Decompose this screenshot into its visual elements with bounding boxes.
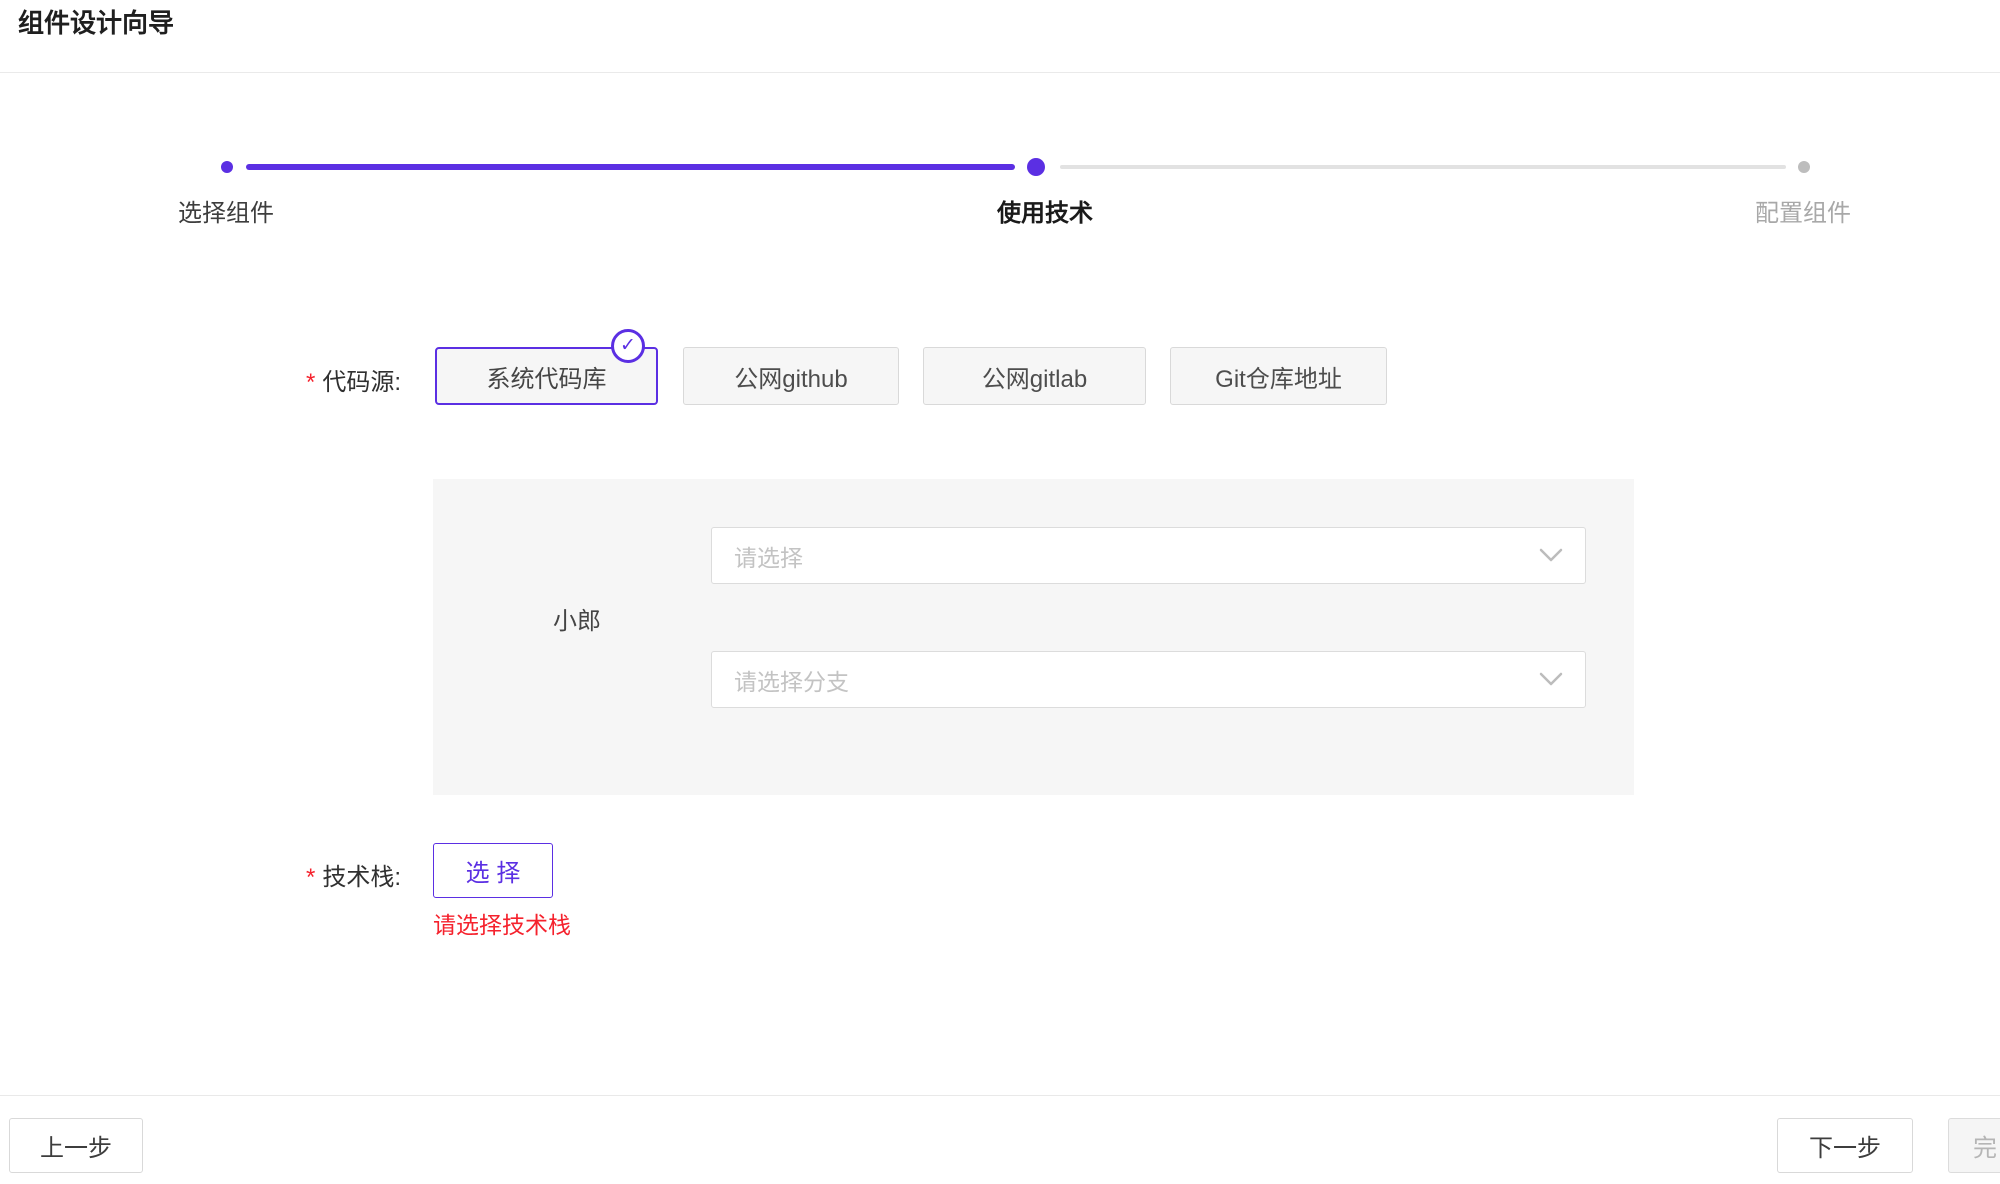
step-label-select-component: 选择组件 [178, 193, 274, 228]
branch-select-placeholder: 请选择分支 [734, 663, 849, 697]
tech-stack-label: * 技术栈: [306, 857, 401, 892]
next-step-button[interactable]: 下一步 [1777, 1118, 1913, 1173]
step-dot-configure-component [1798, 161, 1810, 173]
tech-stack-error-message: 请选择技术栈 [433, 906, 571, 940]
code-source-option-public-gitlab[interactable]: 公网gitlab [923, 347, 1146, 405]
step-label-use-technology: 使用技术 [997, 193, 1093, 228]
tech-stack-choose-button[interactable]: 选 择 [433, 843, 553, 898]
code-source-option-git-url[interactable]: Git仓库地址 [1170, 347, 1387, 405]
chevron-down-icon [1539, 548, 1563, 563]
repo-select[interactable]: 请选择 [711, 527, 1586, 584]
code-source-option-public-github[interactable]: 公网github [683, 347, 899, 405]
footer-divider [0, 1095, 2000, 1096]
step-dot-use-technology [1027, 158, 1045, 176]
header-divider [0, 72, 2000, 73]
page-title: 组件设计向导 [18, 6, 174, 40]
finish-button[interactable]: 完 [1948, 1118, 2000, 1173]
required-asterisk: * [306, 369, 315, 396]
repo-selection-panel: 小郎 请选择 请选择分支 [433, 479, 1634, 795]
tech-stack-label-text: 技术栈: [322, 864, 401, 891]
code-source-options: 系统代码库 公网github 公网gitlab Git仓库地址 [435, 347, 1387, 405]
step-dot-select-component [221, 161, 233, 173]
step-label-configure-component: 配置组件 [1755, 193, 1851, 228]
repo-select-placeholder: 请选择 [734, 539, 803, 573]
step-progress-line-done [246, 164, 1015, 170]
repo-owner-label: 小郎 [553, 601, 601, 636]
code-source-label-text: 代码源: [322, 369, 401, 396]
previous-step-button[interactable]: 上一步 [9, 1118, 143, 1173]
required-asterisk: * [306, 864, 315, 891]
check-icon: ✓ [611, 329, 645, 363]
branch-select[interactable]: 请选择分支 [711, 651, 1586, 708]
code-source-label: * 代码源: [306, 362, 401, 397]
chevron-down-icon [1539, 672, 1563, 687]
step-progress-line-pending [1060, 165, 1786, 169]
